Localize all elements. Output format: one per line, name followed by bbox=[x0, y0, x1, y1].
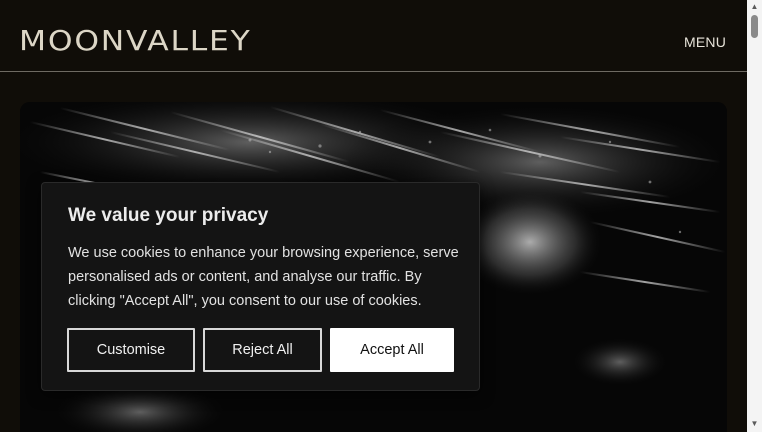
reject-all-button[interactable]: Reject All bbox=[203, 328, 322, 372]
moonvalley-logo[interactable]: MOONVALLEY bbox=[19, 24, 252, 58]
cookie-banner-title: We value your privacy bbox=[68, 205, 269, 226]
customise-button[interactable]: Customise bbox=[67, 328, 195, 372]
scroll-down-icon[interactable]: ▼ bbox=[750, 419, 759, 429]
site-header: MOONVALLEY MENU bbox=[0, 0, 747, 72]
cookie-consent-banner: We value your privacy We use cookies to … bbox=[41, 182, 480, 391]
scrollbar-thumb[interactable] bbox=[751, 15, 758, 38]
vertical-scrollbar[interactable]: ▲ ▼ bbox=[747, 0, 762, 432]
scroll-up-icon[interactable]: ▲ bbox=[750, 2, 759, 12]
accept-all-button[interactable]: Accept All bbox=[330, 328, 454, 372]
menu-button[interactable]: MENU bbox=[684, 34, 726, 50]
cookie-banner-text: We use cookies to enhance your browsing … bbox=[68, 245, 459, 309]
